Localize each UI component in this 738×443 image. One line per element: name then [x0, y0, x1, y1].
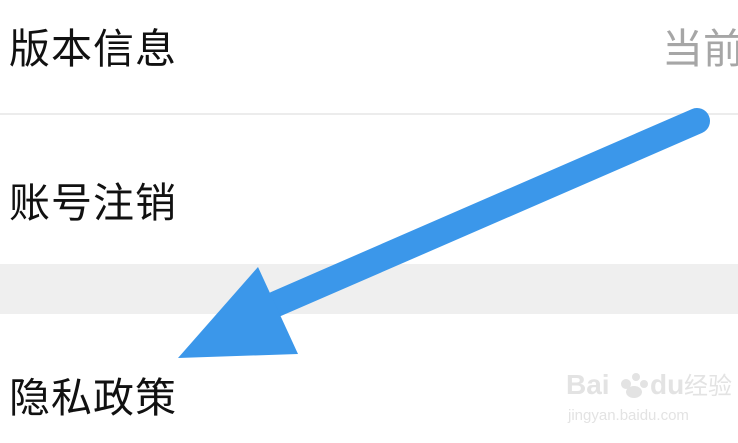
- section-separator: [0, 264, 738, 314]
- version-info-value: 当前: [662, 25, 738, 73]
- settings-screen: 版本信息 当前 账号注销 隐私政策 Bai du 经验 jingyan.baid…: [0, 0, 738, 443]
- settings-row-account-cancel[interactable]: 账号注销: [0, 115, 738, 264]
- privacy-policy-label: 隐私政策: [9, 374, 177, 422]
- account-cancel-label: 账号注销: [9, 179, 177, 227]
- settings-row-privacy-policy[interactable]: 隐私政策: [0, 314, 738, 443]
- version-info-label: 版本信息: [9, 25, 177, 73]
- settings-row-version-info[interactable]: 版本信息 当前: [0, 0, 738, 113]
